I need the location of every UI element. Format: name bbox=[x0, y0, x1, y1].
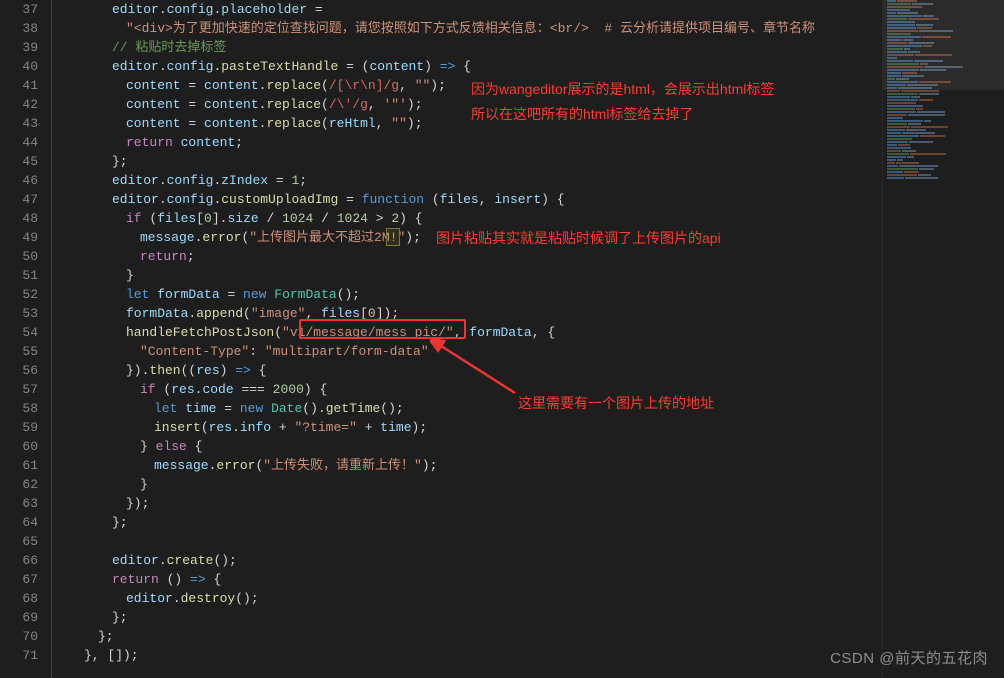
code-line[interactable]: } bbox=[52, 266, 880, 285]
line-number: 46 bbox=[0, 171, 38, 190]
code-line[interactable]: "<div>为了更加快速的定位查找问题，请您按照如下方式反馈相关信息：<br/>… bbox=[52, 19, 880, 38]
line-number: 42 bbox=[0, 95, 38, 114]
code-line[interactable]: editor.config.customUploadImg = function… bbox=[52, 190, 880, 209]
line-number: 61 bbox=[0, 456, 38, 475]
code-line[interactable]: } bbox=[52, 475, 880, 494]
code-line[interactable]: // 粘贴时去掉标签 bbox=[52, 38, 880, 57]
line-number: 45 bbox=[0, 152, 38, 171]
line-number: 44 bbox=[0, 133, 38, 152]
line-number: 54 bbox=[0, 323, 38, 342]
code-editor[interactable]: 3738394041424344454647484950515253545556… bbox=[0, 0, 880, 678]
line-number: 70 bbox=[0, 627, 38, 646]
code-line[interactable]: editor.create(); bbox=[52, 551, 880, 570]
code-line[interactable] bbox=[52, 532, 880, 551]
line-number: 51 bbox=[0, 266, 38, 285]
line-number: 63 bbox=[0, 494, 38, 513]
line-number: 56 bbox=[0, 361, 38, 380]
code-line[interactable]: return () => { bbox=[52, 570, 880, 589]
code-line[interactable]: editor.config.zIndex = 1; bbox=[52, 171, 880, 190]
code-line[interactable]: }; bbox=[52, 627, 880, 646]
code-line[interactable]: }; bbox=[52, 513, 880, 532]
code-line[interactable]: }, []); bbox=[52, 646, 880, 665]
code-line[interactable]: let formData = new FormData(); bbox=[52, 285, 880, 304]
line-number: 57 bbox=[0, 380, 38, 399]
code-line[interactable]: }); bbox=[52, 494, 880, 513]
line-number: 50 bbox=[0, 247, 38, 266]
line-number-gutter: 3738394041424344454647484950515253545556… bbox=[0, 0, 52, 678]
line-number: 40 bbox=[0, 57, 38, 76]
line-number: 66 bbox=[0, 551, 38, 570]
code-line[interactable]: "Content-Type": "multipart/form-data" bbox=[52, 342, 880, 361]
line-number: 55 bbox=[0, 342, 38, 361]
code-line[interactable]: message.error("上传图片最大不超过2M!"); bbox=[52, 228, 880, 247]
line-number: 58 bbox=[0, 399, 38, 418]
line-number: 71 bbox=[0, 646, 38, 665]
line-number: 60 bbox=[0, 437, 38, 456]
minimap[interactable] bbox=[882, 0, 1004, 678]
line-number: 41 bbox=[0, 76, 38, 95]
code-line[interactable]: content = content.replace(reHtml, ""); bbox=[52, 114, 880, 133]
line-number: 48 bbox=[0, 209, 38, 228]
code-line[interactable]: if (files[0].size / 1024 / 1024 > 2) { bbox=[52, 209, 880, 228]
line-number: 69 bbox=[0, 608, 38, 627]
minimap-viewport[interactable] bbox=[883, 0, 1004, 90]
line-number: 37 bbox=[0, 0, 38, 19]
code-line[interactable]: return content; bbox=[52, 133, 880, 152]
line-number: 52 bbox=[0, 285, 38, 304]
line-number: 62 bbox=[0, 475, 38, 494]
code-line[interactable]: } else { bbox=[52, 437, 880, 456]
code-line[interactable]: handleFetchPostJson("v1/message/mess_pic… bbox=[52, 323, 880, 342]
code-line[interactable]: insert(res.info + "?time=" + time); bbox=[52, 418, 880, 437]
line-number: 38 bbox=[0, 19, 38, 38]
code-line[interactable]: return; bbox=[52, 247, 880, 266]
line-number: 67 bbox=[0, 570, 38, 589]
line-number: 59 bbox=[0, 418, 38, 437]
line-number: 53 bbox=[0, 304, 38, 323]
code-line[interactable]: formData.append("image", files[0]); bbox=[52, 304, 880, 323]
code-line[interactable]: editor.config.placeholder = bbox=[52, 0, 880, 19]
code-line[interactable]: editor.config.pasteTextHandle = (content… bbox=[52, 57, 880, 76]
line-number: 39 bbox=[0, 38, 38, 57]
code-line[interactable]: }).then((res) => { bbox=[52, 361, 880, 380]
code-line[interactable]: content = content.replace(/[\r\n]/g, "")… bbox=[52, 76, 880, 95]
code-line[interactable]: }; bbox=[52, 608, 880, 627]
code-line[interactable]: }; bbox=[52, 152, 880, 171]
code-line[interactable]: let time = new Date().getTime(); bbox=[52, 399, 880, 418]
code-line[interactable]: editor.destroy(); bbox=[52, 589, 880, 608]
code-line[interactable]: content = content.replace(/\'/g, '"'); bbox=[52, 95, 880, 114]
code-line[interactable]: message.error("上传失败，请重新上传！"); bbox=[52, 456, 880, 475]
line-number: 65 bbox=[0, 532, 38, 551]
code-line[interactable]: if (res.code === 2000) { bbox=[52, 380, 880, 399]
line-number: 47 bbox=[0, 190, 38, 209]
line-number: 64 bbox=[0, 513, 38, 532]
code-area[interactable]: editor.config.placeholder ="<div>为了更加快速的… bbox=[52, 0, 880, 678]
line-number: 43 bbox=[0, 114, 38, 133]
line-number: 68 bbox=[0, 589, 38, 608]
line-number: 49 bbox=[0, 228, 38, 247]
